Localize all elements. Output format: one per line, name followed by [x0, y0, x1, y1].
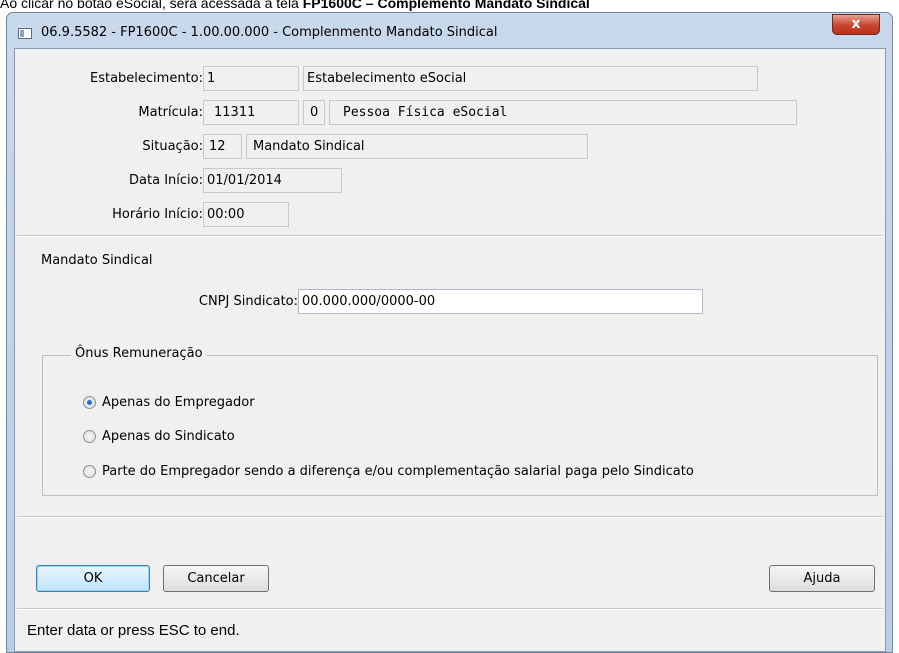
status-separator — [17, 608, 883, 610]
horario-inicio-field[interactable]: 00:00 — [203, 202, 289, 227]
dialog-window: 06.9.5582 - FP1600C - 1.00.00.000 - Comp… — [6, 12, 893, 653]
document-intro-bold: FP1600C – Complemento Mandato Sindical — [302, 0, 590, 11]
radio-sindicato[interactable] — [83, 430, 96, 443]
status-bar-text: Enter data or press ESC to end. — [27, 622, 240, 639]
estabelecimento-label: Estabelecimento: — [89, 71, 203, 86]
situacao-name-field[interactable]: Mandato Sindical — [246, 134, 588, 159]
horario-inicio-label: Horário Início: — [112, 207, 203, 222]
document-intro-text: Ao clicar no botão eSocial, será acessad… — [0, 0, 303, 11]
radio-sindicato-label[interactable]: Apenas do Sindicato — [102, 429, 235, 444]
dialog-client-area: Estabelecimento: 1 Estabelecimento eSoci… — [14, 48, 886, 652]
onus-legend: Ônus Remuneração — [71, 346, 207, 361]
data-inicio-label: Data Início: — [129, 173, 203, 188]
radio-option-sindicato[interactable]: Apenas do Sindicato — [83, 429, 313, 445]
window-title: 06.9.5582 - FP1600C - 1.00.00.000 - Comp… — [41, 25, 498, 40]
close-button[interactable]: x — [832, 14, 880, 35]
footer-separator — [17, 516, 883, 518]
radio-empregador[interactable] — [83, 396, 96, 409]
data-inicio-field[interactable]: 01/01/2014 — [203, 168, 342, 193]
onus-groupbox: Ônus Remuneração Apenas do Empregador Ap… — [42, 346, 878, 496]
estabelecimento-code-field[interactable]: 1 — [203, 66, 299, 91]
estabelecimento-name-field[interactable]: Estabelecimento eSocial — [303, 66, 758, 91]
cnpj-label: CNPJ Sindicato: — [198, 294, 298, 309]
matricula-digit-field[interactable]: 0 — [303, 100, 325, 125]
header-separator — [17, 235, 883, 237]
situacao-code-field[interactable]: 12 — [203, 134, 242, 159]
matricula-label: Matrícula: — [138, 105, 203, 120]
mandato-section-title: Mandato Sindical — [41, 253, 153, 268]
app-icon — [18, 28, 32, 39]
radio-parte-label[interactable]: Parte do Empregador sendo a diferença e/… — [102, 464, 694, 479]
radio-empregador-label[interactable]: Apenas do Empregador — [102, 395, 255, 410]
radio-option-empregador[interactable]: Apenas do Empregador — [83, 395, 313, 411]
radio-option-parte[interactable]: Parte do Empregador sendo a diferença e/… — [83, 464, 853, 480]
ok-button[interactable]: OK — [36, 565, 150, 592]
situacao-label: Situação: — [142, 139, 203, 154]
document-intro-line: Ao clicar no botão eSocial, será acessad… — [0, 0, 899, 11]
matricula-code-field[interactable]: 11311 — [203, 100, 299, 125]
help-button[interactable]: Ajuda — [769, 565, 875, 592]
cnpj-input[interactable]: 00.000.000/0000-00 — [298, 289, 703, 314]
radio-parte[interactable] — [83, 465, 96, 478]
matricula-name-field[interactable]: Pessoa Física eSocial — [329, 100, 797, 125]
cancel-button[interactable]: Cancelar — [163, 565, 269, 592]
title-bar[interactable]: 06.9.5582 - FP1600C - 1.00.00.000 - Comp… — [7, 13, 892, 47]
